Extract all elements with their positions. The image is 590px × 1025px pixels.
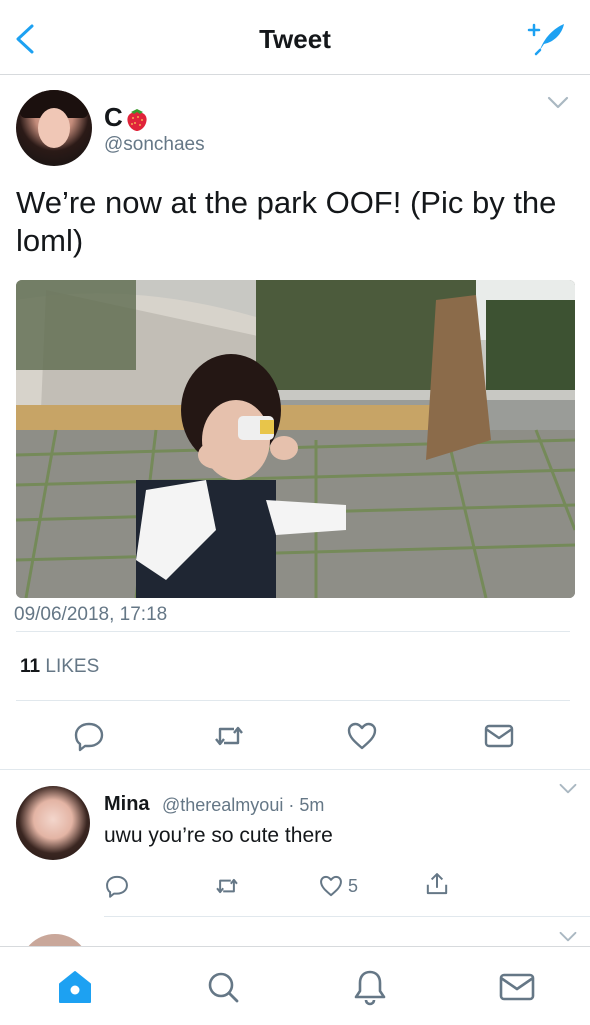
reply-like-button[interactable]: [318, 873, 344, 904]
tweet-text: We’re now at the park OOF! (Pic by the l…: [16, 185, 557, 258]
divider: [0, 769, 590, 770]
chevron-down-icon[interactable]: [546, 95, 570, 111]
divider: [16, 700, 570, 701]
author-handle[interactable]: @sonchaes: [104, 134, 205, 156]
top-bar: Tweet: [0, 0, 590, 75]
retweet-button[interactable]: [212, 719, 246, 753]
reply-reply-button[interactable]: [104, 873, 130, 904]
tweet-timestamp: 09/06/2018, 17:18: [14, 604, 168, 625]
reply-author-avatar[interactable]: [16, 786, 90, 860]
reply-text: uwu you’re so cute there: [104, 824, 333, 847]
messages-icon[interactable]: [497, 967, 537, 1007]
reply-icon: [74, 722, 104, 752]
reply-like-count: 5: [348, 876, 359, 896]
retweet-icon: [216, 878, 238, 894]
like-button[interactable]: [345, 719, 379, 753]
reply-icon: [106, 875, 128, 898]
bottom-tab-bar: [0, 946, 590, 1025]
direct-message-button[interactable]: [482, 719, 516, 753]
chevron-down-icon[interactable]: [558, 930, 578, 944]
chevron-down-icon[interactable]: [558, 782, 578, 796]
reply-author-name[interactable]: Mina: [104, 793, 150, 816]
retweet-icon: [215, 726, 243, 746]
divider: [16, 631, 570, 632]
divider: [104, 916, 590, 917]
reply-button[interactable]: [72, 719, 106, 753]
share-icon: [426, 873, 448, 895]
heart-icon: [320, 875, 342, 897]
home-icon[interactable]: [55, 967, 95, 1007]
search-icon[interactable]: [203, 967, 243, 1007]
likes-count[interactable]: 11 LIKES: [20, 656, 99, 678]
likes-number: 11: [20, 656, 41, 677]
reply-share-button[interactable]: [424, 871, 450, 902]
strawberry-icon: [127, 109, 147, 132]
heart-icon: [347, 722, 377, 750]
author-name-text: C: [104, 102, 123, 132]
author-name[interactable]: C: [104, 102, 149, 133]
likes-label: LIKES: [45, 656, 100, 677]
compose-tweet-icon[interactable]: [526, 20, 568, 56]
reply-author-handle[interactable]: @therealmyoui · 5m: [162, 795, 324, 816]
author-avatar[interactable]: [16, 90, 92, 166]
reply-retweet-button[interactable]: [214, 873, 240, 904]
tweet-photo[interactable]: [16, 280, 575, 598]
notifications-icon[interactable]: [350, 967, 390, 1007]
envelope-icon: [484, 724, 514, 748]
page-title: Tweet: [259, 24, 331, 54]
